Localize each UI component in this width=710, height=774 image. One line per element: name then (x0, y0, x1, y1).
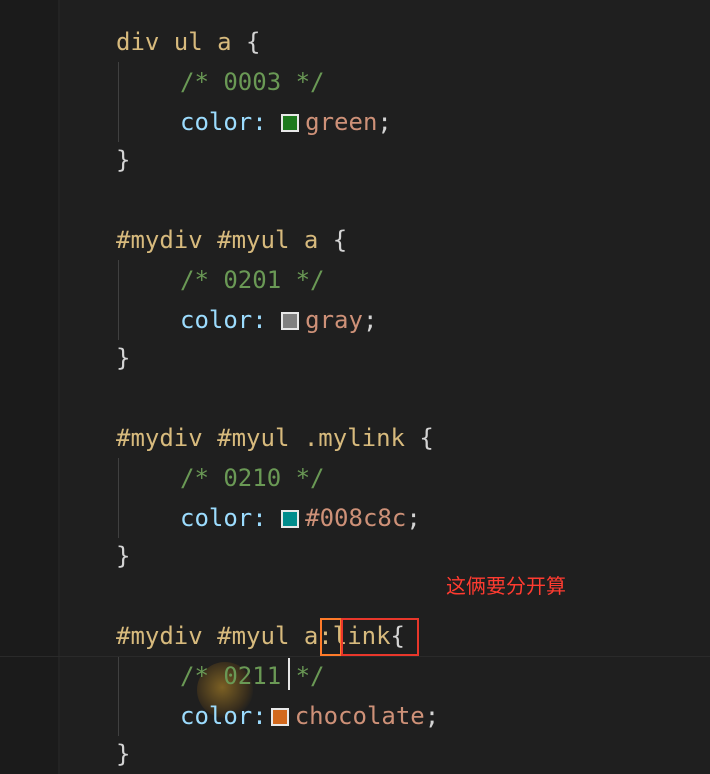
semicolon: ; (406, 504, 421, 532)
code-line[interactable]: div ul a { (116, 22, 261, 62)
selector-element-a: a (303, 622, 319, 650)
code-line[interactable]: color: #008c8c; (180, 498, 421, 538)
code-line[interactable]: color: chocolate; (180, 696, 439, 736)
code-line[interactable]: } (116, 536, 130, 576)
annotation-note: 这俩要分开算 (446, 574, 566, 598)
brace-close: } (116, 542, 131, 570)
brace-close: } (116, 146, 131, 174)
brace-close: } (116, 740, 131, 768)
specificity-comment-open: /* (180, 662, 224, 690)
text-caret (288, 658, 290, 690)
code-editor[interactable]: div ul a { /* 0003 */ color: green; } #m… (0, 0, 710, 774)
code-line[interactable]: /* 0210 */ (180, 458, 325, 498)
current-line-highlight (0, 656, 710, 657)
color-swatch[interactable] (281, 312, 300, 330)
code-line[interactable]: } (116, 140, 130, 180)
semicolon: ; (377, 108, 392, 136)
highlight-box-pseudo (341, 618, 419, 656)
line-gutter (0, 0, 58, 774)
code-line[interactable]: } (116, 338, 130, 378)
css-selector: #mydiv #myul a (116, 226, 319, 254)
indent-guide (118, 656, 119, 736)
semicolon: ; (362, 306, 378, 334)
css-property: color: (180, 306, 267, 334)
css-selector: #mydiv #myul (116, 622, 304, 650)
css-selector: div ul a (116, 28, 232, 56)
brace-open: { (404, 424, 434, 452)
specificity-comment-number: 0211 (223, 662, 282, 690)
specificity-comment: /* 0210 */ (180, 464, 325, 492)
color-swatch[interactable] (270, 708, 289, 726)
css-property: color: (180, 108, 267, 136)
brace-open: { (231, 28, 261, 56)
css-selector: #mydiv #myul .mylink (116, 424, 405, 452)
indent-guide (118, 62, 119, 142)
code-line[interactable]: #mydiv #myul .mylink { (116, 418, 434, 458)
code-line[interactable]: color: green; (180, 102, 392, 142)
specificity-comment: /* 0003 */ (180, 68, 325, 96)
color-swatch[interactable] (281, 114, 300, 132)
gutter-divider (58, 0, 60, 774)
semicolon: ; (424, 702, 440, 730)
code-line[interactable]: /* 0003 */ (180, 62, 325, 102)
brace-open: { (318, 226, 348, 254)
brace-close: } (116, 344, 131, 372)
css-value: green (305, 108, 378, 136)
css-value: #008c8c (305, 504, 407, 532)
css-property: color: (180, 702, 267, 730)
code-line[interactable]: /* 0201 */ (180, 260, 325, 300)
code-line[interactable]: #mydiv #myul a { (116, 220, 347, 260)
specificity-comment: /* 0201 */ (180, 266, 325, 294)
css-value: gray (305, 306, 363, 334)
css-property: color: (180, 504, 267, 532)
code-line[interactable]: } (116, 734, 130, 774)
color-swatch[interactable] (281, 510, 300, 528)
code-line[interactable]: color: gray; (180, 300, 377, 340)
code-line[interactable]: /* 0211 */ (180, 656, 325, 696)
indent-guide (118, 458, 119, 538)
css-value: chocolate (294, 702, 425, 730)
highlight-box-element (320, 618, 342, 656)
indent-guide (118, 260, 119, 340)
